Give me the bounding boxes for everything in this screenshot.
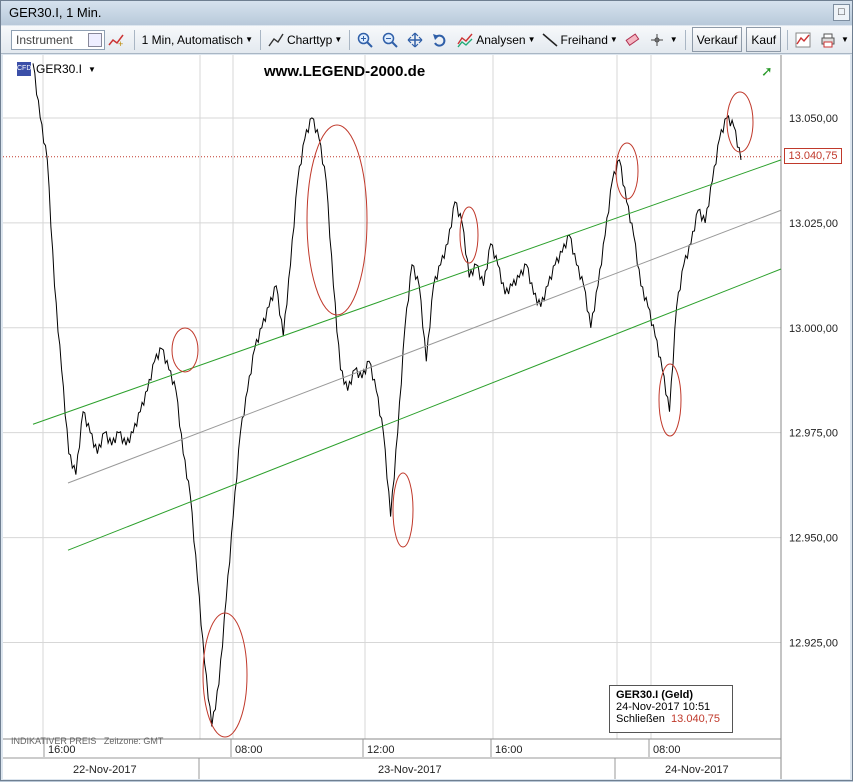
channel-upper-line (32, 159, 782, 425)
charttype-label: Charttyp (286, 32, 333, 47)
indicative-note: INDIKATIVER PREIS Zeitzone: GMT (11, 736, 163, 746)
tooltip-close-label: Schließen (616, 713, 665, 725)
date-label: 24-Nov-2017 (665, 764, 729, 776)
analysen-label: Analysen (476, 32, 526, 47)
y-tick-label: 12.925,00 (789, 637, 838, 649)
chevron-down-icon: ▼ (527, 35, 536, 44)
date-label: 23-Nov-2017 (378, 764, 442, 776)
undo-icon (432, 32, 448, 48)
chevron-down-icon: ▼ (88, 64, 96, 74)
separator (684, 29, 686, 50)
eraser-button[interactable] (621, 29, 646, 50)
chart-area[interactable]: 13.050,00 13.025,00 13.000,00 12.975,00 12.9… (3, 55, 850, 779)
zoom-out-icon (382, 32, 398, 48)
channel-lower-line (67, 268, 782, 551)
x-tick-label: 08:00 (235, 744, 263, 756)
chevron-down-icon: ▼ (245, 35, 253, 44)
indicator-chart-icon (795, 32, 811, 48)
fit-button[interactable] (404, 29, 429, 50)
chevron-down-icon: ▼ (334, 35, 343, 44)
separator (133, 29, 135, 50)
chevron-down-icon: ▼ (841, 35, 849, 44)
price-chart[interactable]: 13.050,00 13.025,00 13.000,00 12.975,00 12.9… (3, 55, 850, 779)
instrument-input[interactable]: Instrument (11, 29, 105, 50)
tooltip-title: GER30.I (Geld) (616, 689, 694, 701)
trendline-icon (542, 32, 558, 48)
charttype-dropdown[interactable]: Charttyp ▼ (265, 29, 345, 50)
x-tick-label: 12:00 (367, 744, 395, 756)
analysis-icon (457, 32, 473, 48)
freihand-label: Freihand (560, 32, 608, 47)
kauf-label: Kauf (751, 32, 777, 47)
x-tick-label: 08:00 (653, 744, 681, 756)
instrument-list-icon[interactable] (87, 32, 102, 47)
highlight-ellipse (306, 124, 368, 316)
cfd-icon: CFD (17, 62, 31, 76)
verkauf-label: Verkauf (696, 32, 738, 47)
freihand-dropdown[interactable]: Freihand ▼ (539, 29, 621, 50)
zoom-out-button[interactable] (379, 29, 404, 50)
reset-button[interactable] (429, 29, 454, 50)
separator (259, 29, 261, 50)
highlight-ellipse (459, 206, 479, 264)
add-instrument-button[interactable]: + (105, 29, 130, 50)
separator (349, 29, 351, 50)
crosshair-dropdown[interactable]: ▼ (646, 29, 681, 50)
maximize-button[interactable]: □ (833, 4, 850, 21)
toolbar: Instrument + 1 Min, Automatisch ▼ Chartty… (1, 26, 852, 54)
print-dropdown[interactable]: ▼ (817, 29, 852, 50)
date-label: 22-Nov-2017 (73, 764, 137, 776)
price-series-line (32, 63, 742, 727)
y-tick-label: 13.000,00 (789, 323, 838, 335)
chart-window: GER30.I, 1 Min. □ Instrument + 1 Min, Au… (0, 0, 853, 781)
indicative-label: INDIKATIVER PREIS (11, 736, 97, 746)
y-tick-label: 13.050,00 (789, 113, 838, 125)
highlight-ellipse (202, 612, 248, 738)
current-price-tag: 13.040,75 (784, 148, 842, 164)
y-tick-label: 12.950,00 (789, 533, 838, 545)
print-icon (820, 32, 836, 48)
add-chart-icon: + (108, 32, 124, 49)
window-title: GER30.I, 1 Min. (9, 5, 102, 20)
x-tick-label: 16:00 (495, 744, 523, 756)
symbol-label: GER30.I (36, 62, 83, 76)
tooltip-close-row: Schließen 13.040,75 (616, 713, 726, 725)
data-tooltip: GER30.I (Geld) 24-Nov-2017 10:51 Schließ… (609, 685, 733, 733)
tooltip-close-value: 13.040,75 (671, 713, 720, 725)
title-bar: GER30.I, 1 Min. □ (1, 1, 852, 25)
svg-text:+: + (118, 39, 123, 48)
tooltip-datetime: 24-Nov-2017 10:51 (616, 701, 711, 713)
highlight-ellipse (726, 91, 754, 153)
chevron-down-icon: ▼ (669, 35, 678, 44)
instrument-input-placeholder: Instrument (16, 32, 73, 47)
eraser-icon (624, 32, 640, 48)
crosshair-icon (649, 32, 665, 48)
verkauf-button[interactable]: Verkauf (691, 27, 743, 52)
interval-label: 1 Min, Automatisch (141, 32, 244, 47)
chevron-down-icon: ▼ (609, 35, 618, 44)
symbol-selector[interactable]: CFD GER30.I ▼ (17, 62, 96, 76)
zoom-in-button[interactable] (354, 29, 379, 50)
interval-dropdown[interactable]: 1 Min, Automatisch ▼ (139, 29, 256, 50)
separator (787, 29, 789, 50)
timezone-label: Zeitzone: GMT (103, 736, 164, 746)
trend-up-icon: ➚ (761, 63, 773, 79)
highlight-ellipse (615, 142, 639, 200)
indicator-button[interactable] (792, 29, 817, 50)
analysen-dropdown[interactable]: Analysen ▼ (454, 29, 538, 50)
zoom-in-icon (357, 32, 373, 48)
y-tick-label: 13.025,00 (789, 218, 838, 230)
y-tick-label: 12.975,00 (789, 428, 838, 440)
line-chart-icon (268, 32, 284, 48)
kauf-button[interactable]: Kauf (746, 27, 782, 52)
highlight-ellipse (392, 472, 414, 548)
highlight-ellipse (171, 327, 199, 373)
arrows-expand-icon (407, 32, 423, 48)
watermark: www.LEGEND-2000.de (264, 63, 426, 80)
